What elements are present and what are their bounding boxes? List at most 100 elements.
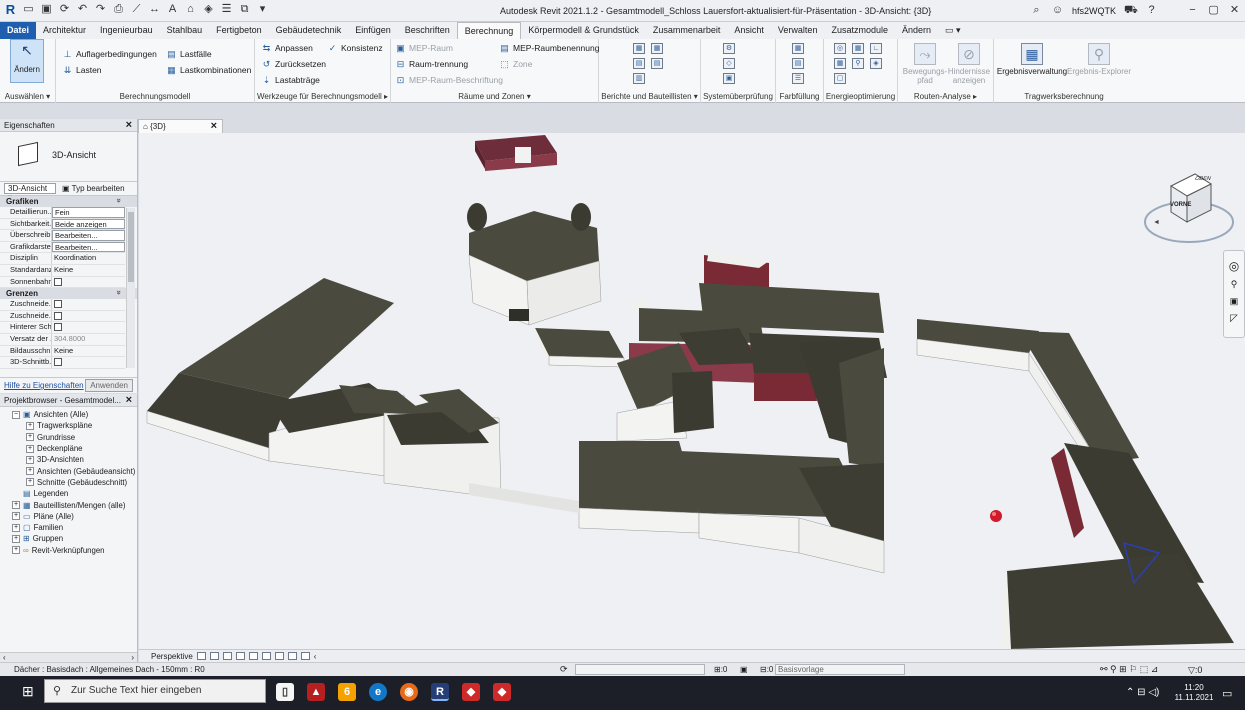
print-icon[interactable]: ⎙ [112,3,125,16]
space-separator-button[interactable]: ⊟ Raum-trennung [395,59,468,69]
taskbar-clock[interactable]: 11:20 11.11.2021 [1174,683,1214,703]
user-icon[interactable]: ☺ [1051,4,1064,17]
user-name[interactable]: hfs2WQTK [1072,6,1116,16]
anydesk-app-icon[interactable]: ◆ [462,683,480,701]
expand-toggle-icon[interactable]: + [12,512,20,521]
tab-3[interactable]: Stahlbau [160,22,210,39]
gatehouse-building[interactable] [535,328,625,368]
scroll-left-icon[interactable]: ‹ [314,652,317,661]
app-6-icon[interactable]: 6 [338,683,356,701]
temp-hide-icon[interactable] [287,652,297,660]
property-row[interactable]: Bildausschnitt Keine [0,345,125,358]
tab-5[interactable]: Gebäudetechnik [269,22,349,39]
loads-button[interactable]: ⇊ Lasten [62,65,102,75]
report-icon[interactable]: ▦ [633,43,645,54]
close-icon[interactable]: ✕ [1228,4,1241,17]
notifications-icon[interactable]: ▭ [1222,687,1232,700]
consistency-button[interactable]: ✓ Konsistenz [327,43,383,53]
path-of-travel-button[interactable]: ⤳ Bewegungs-pfad [902,43,948,85]
east-wing[interactable] [916,319,1234,649]
browser-node[interactable]: + Grundrisse [0,432,137,443]
browser-node[interactable]: + ▦ Bauteillisten/Mengen (alle) [0,499,137,510]
visual-style-icon[interactable] [209,652,219,660]
view-tab-3d[interactable]: ⌂ {3D} × [138,119,223,133]
workset-select[interactable] [575,664,705,675]
close-icon[interactable]: × [126,394,132,406]
property-row[interactable]: Detaillierun... Fein [0,207,125,219]
render-icon[interactable] [248,652,258,660]
energy-icon[interactable]: ◈ [870,58,882,69]
property-value[interactable] [52,277,125,288]
space-tag-button[interactable]: ⊡ MEP-Raum-Beschriftung [395,75,503,85]
property-row[interactable]: Versatz der ... 304.8000 [0,333,125,346]
sun-path-icon[interactable] [222,652,232,660]
boundary-conditions-button[interactable]: ⊥ Auflagerbedingungen [62,49,157,59]
revit-app-icon[interactable]: R [431,683,449,701]
system-check-icon[interactable]: ⚙ [723,43,735,54]
property-row[interactable]: Zuschneide... [0,299,125,311]
expand-toggle-icon[interactable]: + [26,455,34,464]
select-links-icon[interactable]: ⚯ ⚲ ⊞ ⚐ ⬚ ⊿ [1100,664,1158,675]
expand-toggle-icon[interactable]: + [26,421,34,430]
south-wing[interactable] [469,441,885,574]
dimension-icon[interactable]: ↔ [148,3,161,16]
save-icon[interactable]: ▣ [40,3,53,16]
west-wing[interactable] [146,278,502,499]
design-options-icon[interactable]: ▣ [740,665,748,674]
property-row[interactable]: Überschreib...Bearbeiten... [0,230,125,242]
tab-13[interactable]: Zusatzmodule [824,22,895,39]
browser-node[interactable]: + ▭ Pläne (Alle) [0,511,137,522]
shadows-icon[interactable] [235,652,245,660]
property-value[interactable]: Bearbeiten... [52,241,125,253]
energy-icon[interactable]: ▦ [834,58,846,69]
browser-node[interactable]: + Deckenpläne [0,443,137,454]
browser-node[interactable]: + Tragwerkspläne [0,420,137,431]
adjust-button[interactable]: ⇆ Anpassen [261,43,313,53]
model-marker-icon[interactable] [990,510,1002,522]
expand-toggle-icon[interactable]: − [12,410,20,419]
taskbar-search-input[interactable]: ⚲ Zur Suche Text hier eingeben [44,679,266,703]
property-value[interactable]: Fein [52,207,125,218]
properties-section-header[interactable]: Grafiken [0,196,137,207]
measure-icon[interactable]: ⟋ [130,3,143,16]
sync-icon[interactable]: ⟳ [58,3,71,16]
search-icon[interactable]: ⌕ [1030,4,1043,17]
property-row[interactable]: Disziplin Koordination [0,253,125,265]
browser-node[interactable]: + Schnitte (Gebäudeschnitt) [0,477,137,488]
tower-building[interactable] [467,203,602,326]
report-icon[interactable]: ▤ [651,58,663,69]
zoom-icon[interactable]: ⚲ [1224,279,1244,290]
property-row[interactable]: Sichtbarkeit... Beide anzeigen [0,218,125,231]
filter-icon[interactable]: ▽:0 [1188,665,1202,676]
property-checkbox[interactable] [54,323,62,332]
tab-11[interactable]: Ansicht [727,22,771,39]
property-row[interactable]: Hinterer Sch... [0,322,125,334]
expand-toggle-icon[interactable]: + [12,523,20,532]
expand-toggle-icon[interactable]: + [26,467,34,476]
space-naming-button[interactable]: ▤ MEP-Raumbenennung [499,43,599,53]
property-value[interactable] [52,357,125,368]
expand-toggle-icon[interactable]: + [26,433,34,442]
undo-icon[interactable]: ↶ [76,3,89,16]
viewcube-front-label[interactable]: VORNE [1170,202,1191,208]
results-explorer-button[interactable]: ⚲ Ergebnis-Explorer [1066,43,1132,76]
tab-10[interactable]: Zusammenarbeit [646,22,728,39]
orbit-icon[interactable]: ◸ [1224,313,1244,324]
browser-node[interactable]: + ∞ Revit-Verknüpfungen [0,545,137,556]
revit-logo-icon[interactable]: R [4,3,17,16]
tab-0[interactable]: Datei [0,22,37,39]
edit-type-button[interactable]: ▣ Typ bearbeiten [62,184,125,193]
close-icon[interactable]: × [211,120,217,132]
property-row[interactable]: Zuschneide... [0,310,125,323]
acrobat-app-icon[interactable]: ▲ [307,683,325,701]
editing-requests-icon[interactable]: ⊞:0 [714,665,727,674]
energy-icon[interactable]: ◎ [834,43,846,54]
property-value[interactable]: Keine [52,346,125,357]
type-selector[interactable]: 3D-Ansicht [0,132,137,182]
show-obstacles-button[interactable]: ⊘ Hindernisse anzeigen [946,43,992,85]
anydesk-2-app-icon[interactable]: ◆ [493,683,511,701]
tab-4[interactable]: Fertigbeton [209,22,269,39]
property-value[interactable] [52,299,125,310]
3d-view-icon[interactable]: ⌂ [184,3,197,16]
detail-level-icon[interactable] [196,652,206,660]
